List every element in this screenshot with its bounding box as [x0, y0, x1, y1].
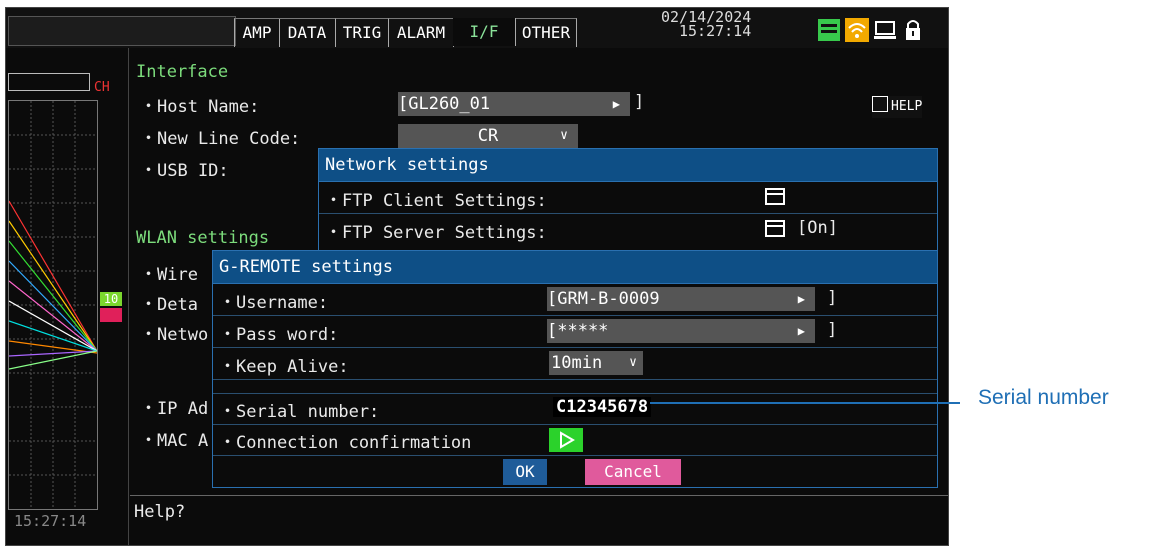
new-line-value: CR [477, 126, 499, 146]
qr-icon [872, 96, 888, 112]
username-field[interactable]: [GRM-B-0009 ▶ [547, 287, 815, 311]
host-name-label: ・Host Name: [140, 97, 260, 117]
username-label: ・Username: [219, 293, 329, 313]
usb-id-label: ・USB ID: [140, 161, 229, 181]
time-text: 15:27:14 [679, 22, 752, 40]
username-value: [GRM-B-0009 [547, 289, 660, 309]
network-label: ・Netwo [140, 325, 209, 345]
title-box [8, 16, 236, 46]
callout-label: Serial number [978, 386, 1109, 409]
memory-icon [816, 16, 842, 44]
data-label: ・Deta [140, 295, 198, 315]
tab-data[interactable]: DATA [279, 18, 336, 47]
waveform-panel: CH 10 15:27:14 [6, 48, 129, 545]
serial-value: C12345678 [553, 397, 652, 417]
wifi-icon [844, 16, 870, 44]
datetime-display: 02/14/2024 15:27:14 [661, 10, 771, 40]
ftp-server-label: ・FTP Server Settings: [325, 223, 547, 243]
waveform-svg [8, 101, 98, 509]
ftp-server-row[interactable]: ・FTP Server Settings: [On] [319, 215, 937, 245]
serial-label: ・Serial number: [219, 402, 380, 422]
tab-other[interactable]: OTHER [516, 18, 577, 47]
callout-line [650, 402, 960, 404]
arrow-right-icon: ▶ [612, 97, 620, 111]
password-value: [***** [547, 321, 609, 341]
tab-alarm[interactable]: ALARM [389, 18, 454, 47]
play-icon[interactable] [549, 428, 583, 452]
pc-connection-icon [872, 16, 898, 44]
arrow-right-icon: ▶ [797, 324, 805, 338]
open-window-icon[interactable] [763, 218, 787, 240]
marker-icon [100, 308, 122, 322]
help-text: Help? [134, 502, 186, 522]
wlan-title: WLAN settings [136, 228, 270, 248]
cancel-button[interactable]: Cancel [585, 459, 681, 485]
ftp-client-row[interactable]: ・FTP Client Settings: [319, 183, 937, 214]
password-field[interactable]: [***** ▶ [547, 319, 815, 343]
host-name-value: [GL260_01 [398, 94, 491, 114]
host-name-bracket: ] [634, 92, 645, 112]
channel-label: CH [94, 80, 110, 95]
password-bracket: ] [827, 320, 838, 340]
ftp-server-status: [On] [797, 218, 838, 238]
top-bar: AMP DATA TRIG ALARM I/F OTHER 02/14/2024… [6, 8, 948, 48]
wireless-label: ・Wire [140, 265, 198, 285]
username-row: ・Username: [GRM-B-0009 ▶ ] [213, 285, 937, 316]
arrow-right-icon: ▶ [797, 292, 805, 306]
password-row: ・Pass word: [***** ▶ ] [213, 317, 937, 348]
tab-amp[interactable]: AMP [234, 18, 280, 47]
connection-label: ・Connection confirmation [219, 433, 472, 453]
channel-box [8, 73, 90, 91]
ip-address-label: ・IP Ad [140, 399, 209, 419]
keep-alive-select[interactable]: 10min ∨ [549, 351, 643, 375]
waveform-plot [8, 100, 98, 510]
help-area: Help? [130, 495, 948, 545]
device-screen: AMP DATA TRIG ALARM I/F OTHER 02/14/2024… [5, 7, 949, 546]
keep-alive-row: ・Keep Alive: 10min ∨ [213, 349, 937, 380]
new-line-select[interactable]: CR ∨ [398, 124, 578, 148]
help-button-label: HELP [891, 99, 923, 114]
username-bracket: ] [827, 288, 838, 308]
tab-trig[interactable]: TRIG [336, 18, 389, 47]
tab-if[interactable]: I/F [453, 18, 516, 46]
keep-alive-label: ・Keep Alive: [219, 357, 349, 377]
channel-badge: 10 [100, 292, 122, 306]
open-window-icon[interactable] [763, 186, 787, 208]
password-label: ・Pass word: [219, 325, 339, 345]
lock-icon [900, 16, 926, 44]
chevron-down-icon: ∨ [629, 355, 637, 370]
network-settings-dialog: Network settings ・FTP Client Settings: ・… [318, 148, 938, 260]
left-time: 15:27:14 [14, 512, 87, 530]
interface-title: Interface [136, 62, 229, 82]
serial-row: ・Serial number: C12345678 [213, 393, 937, 425]
keep-alive-value: 10min [551, 353, 603, 373]
ok-button[interactable]: OK [503, 459, 547, 485]
mac-address-label: ・MAC A [140, 431, 209, 451]
network-dialog-title: Network settings [319, 149, 937, 182]
gremote-dialog-title: G-REMOTE settings [213, 251, 937, 284]
gremote-settings-dialog: G-REMOTE settings ・Username: [GRM-B-0009… [212, 250, 938, 488]
host-name-field[interactable]: [GL260_01 ▶ [398, 92, 630, 116]
help-button[interactable]: HELP [872, 96, 923, 118]
new-line-label: ・New Line Code: [140, 129, 301, 149]
chevron-down-icon: ∨ [560, 128, 568, 143]
connection-row: ・Connection confirmation [213, 425, 937, 456]
ftp-client-label: ・FTP Client Settings: [325, 191, 547, 211]
